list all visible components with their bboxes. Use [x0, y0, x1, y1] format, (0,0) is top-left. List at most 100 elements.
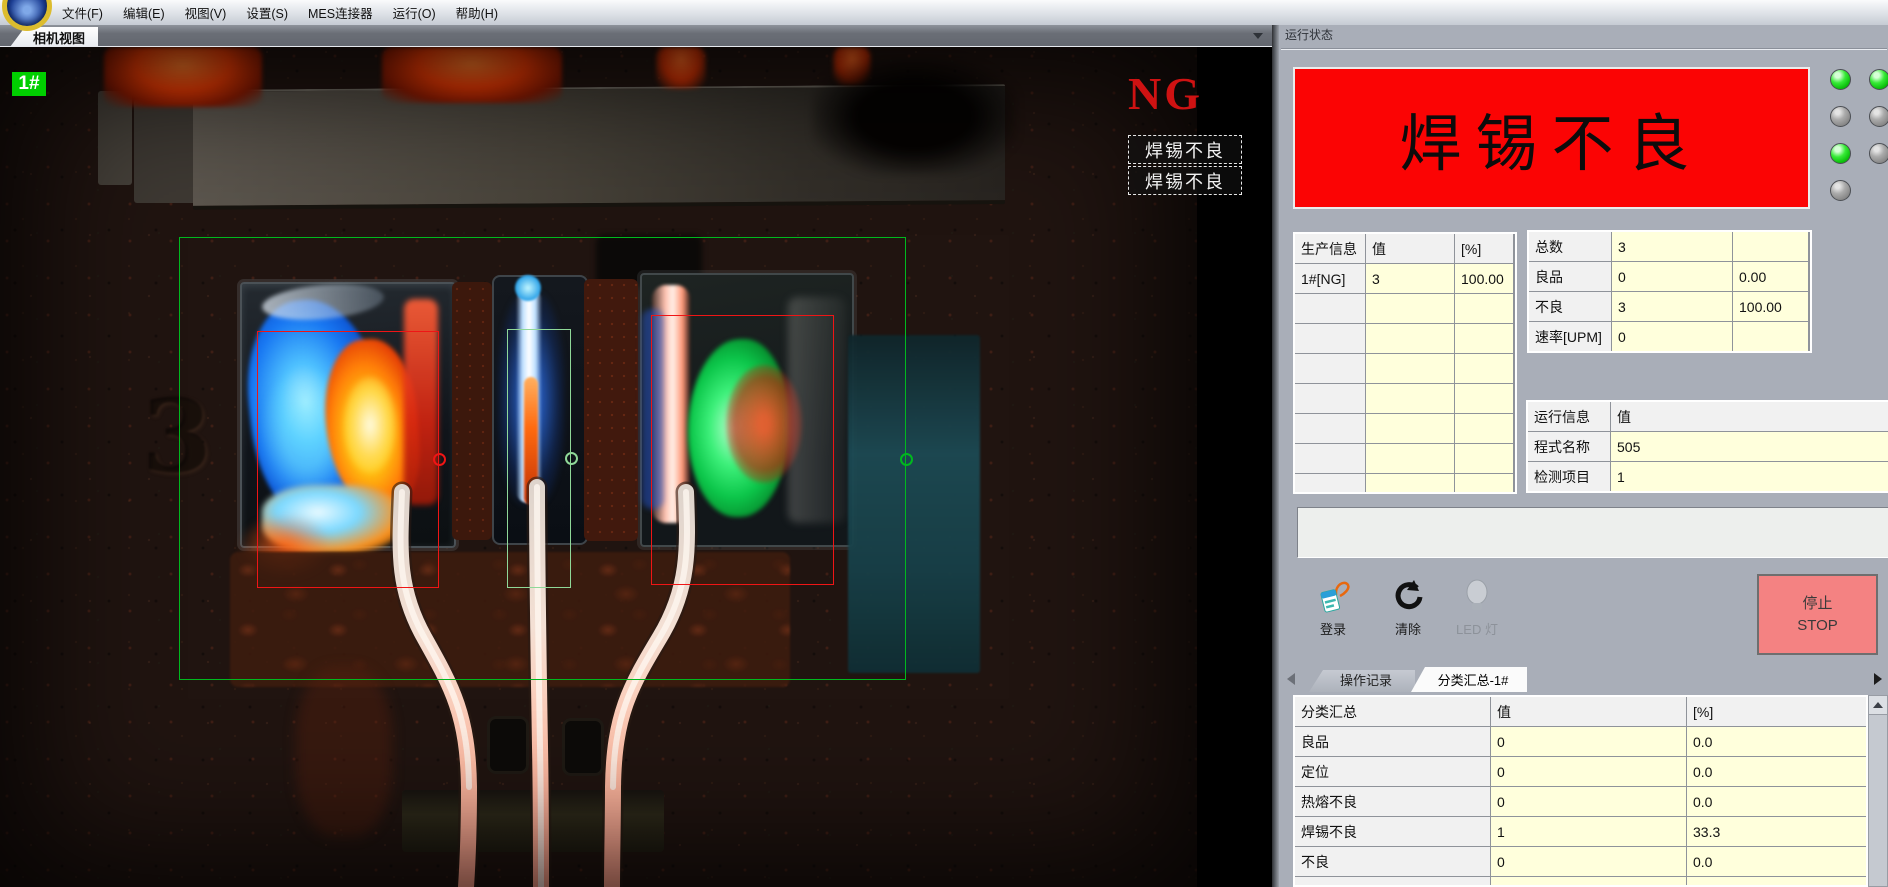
table-cell: 1	[1491, 817, 1686, 846]
table-cell: 0	[1612, 322, 1732, 351]
classification-summary-table: 分类汇总 值 [%] 良品 0 0.0 定位 0 0.0 热熔不良 0 0.0 …	[1293, 695, 1868, 887]
table-cell-empty	[1295, 444, 1365, 473]
tab-classification-summary[interactable]: 分类汇总-1#	[1411, 667, 1527, 692]
tab-operation-log[interactable]: 操作记录	[1309, 670, 1415, 692]
row-label: 检测项目	[1528, 462, 1610, 491]
table-cell-empty	[1295, 384, 1365, 413]
column-header: 值	[1491, 697, 1686, 726]
column-header: [%]	[1687, 697, 1866, 726]
chevron-down-icon[interactable]	[1253, 33, 1263, 39]
login-label: 登录	[1320, 619, 1346, 638]
panel-separator	[1272, 25, 1279, 887]
table-cell: 0	[1612, 262, 1732, 291]
row-label: 总数	[1529, 232, 1611, 261]
group-divider	[1281, 48, 1887, 50]
row-label: 不良	[1529, 292, 1611, 321]
run-info-table: 运行信息 值 程式名称 505 检测项目 1	[1526, 400, 1888, 493]
table-cell: 1	[1611, 462, 1888, 491]
table-cell-empty	[1295, 414, 1365, 443]
row-label: 焊锡不良	[1295, 817, 1490, 846]
table-cell: 0	[1491, 757, 1686, 786]
row-label: 热熔不良	[1295, 787, 1490, 816]
roi-marker-circle-green	[565, 452, 578, 465]
status-led	[1869, 106, 1888, 127]
clear-label: 清除	[1395, 619, 1421, 638]
view-tab-strip: 相机视图	[0, 25, 1273, 47]
table-cell-empty	[1366, 444, 1454, 473]
menu-mes-connector[interactable]: MES连接器	[298, 0, 383, 25]
column-header: [%]	[1455, 234, 1513, 263]
bottom-tab-strip: 操作记录 分类汇总-1#	[1279, 667, 1888, 692]
scrollbar-up-button[interactable]	[1869, 696, 1887, 715]
table-cell	[1733, 232, 1808, 261]
tab-scroll-left-icon[interactable]	[1287, 673, 1295, 685]
clear-button[interactable]: 清除	[1376, 578, 1440, 650]
menu-run[interactable]: 运行(O)	[383, 0, 446, 25]
message-box	[1297, 507, 1888, 558]
stop-label-en: STOP	[1797, 615, 1838, 637]
table-cell: 3	[1612, 292, 1732, 321]
table-cell: 3	[1612, 232, 1732, 261]
table-cell: 0.0	[1687, 757, 1866, 786]
table-cell: 0.0	[1687, 727, 1866, 756]
defect-banner: 焊锡不良	[1293, 67, 1810, 209]
table-cell-empty	[1295, 354, 1365, 383]
status-led	[1830, 69, 1851, 90]
row-label: 程式名称	[1528, 432, 1610, 461]
tab-scroll-right-icon[interactable]	[1874, 673, 1882, 685]
detection-roi-middle-green	[507, 329, 571, 588]
menu-edit[interactable]: 编辑(E)	[113, 0, 175, 25]
station-label: 1#	[12, 72, 46, 96]
column-header: 值	[1611, 402, 1888, 431]
login-button[interactable]: 登录	[1301, 578, 1365, 650]
production-info-table: 生产信息 值 [%] 1#[NG] 3 100.00	[1293, 232, 1517, 494]
run-status-panel: 运行状态 焊锡不良 生产信息 值 [%] 1#[NG] 3 100.00	[1279, 25, 1888, 887]
roi-marker-circle-red	[433, 453, 446, 466]
column-header: 生产信息	[1295, 234, 1365, 263]
table-cell-empty	[1366, 294, 1454, 323]
table-cell-empty	[1455, 384, 1513, 413]
table-cell-empty	[1491, 877, 1686, 887]
menu-help[interactable]: 帮助(H)	[446, 0, 508, 25]
table-cell: 0.0	[1687, 787, 1866, 816]
stop-label-cn: 停止	[1802, 593, 1832, 615]
table-cell-empty	[1366, 384, 1454, 413]
detection-roi-right-red	[651, 315, 834, 585]
status-led	[1869, 143, 1888, 164]
camera-viewport: 3	[0, 47, 1273, 887]
row-label: 定位	[1295, 757, 1490, 786]
table-cell: 0.0	[1687, 847, 1866, 876]
counters-table: 总数 3 良品 0 0.00 不良 3 100.00 速率[UPM] 0	[1527, 230, 1812, 353]
led-light-button[interactable]: LED 灯	[1445, 578, 1509, 650]
defect-tag: 焊锡不良	[1128, 135, 1242, 164]
login-badge-icon	[1315, 578, 1351, 614]
row-label: 良品	[1295, 727, 1490, 756]
menu-bar: 文件(F) 编辑(E) 视图(V) 设置(S) MES连接器 运行(O) 帮助(…	[0, 0, 1888, 25]
table-scrollbar	[1868, 695, 1888, 887]
table-cell-empty	[1687, 877, 1866, 887]
row-label: 不良	[1295, 847, 1490, 876]
status-led	[1830, 106, 1851, 127]
table-cell-empty	[1455, 354, 1513, 383]
table-cell-empty	[1455, 324, 1513, 353]
row-label: 良品	[1529, 262, 1611, 291]
menu-settings[interactable]: 设置(S)	[236, 0, 298, 25]
table-cell-empty	[1295, 877, 1490, 887]
column-header: 值	[1366, 234, 1454, 263]
table-cell-empty	[1455, 414, 1513, 443]
stop-button[interactable]: 停止 STOP	[1757, 574, 1878, 655]
table-cell-empty	[1455, 474, 1513, 494]
table-cell: 3	[1366, 264, 1454, 293]
table-cell: 0	[1491, 727, 1686, 756]
menu-view[interactable]: 视图(V)	[175, 0, 237, 25]
table-cell-empty	[1455, 294, 1513, 323]
table-cell: 1#[NG]	[1295, 264, 1365, 293]
group-title: 运行状态	[1285, 26, 1333, 43]
status-led	[1830, 143, 1851, 164]
menu-file[interactable]: 文件(F)	[52, 0, 113, 25]
defect-tag: 焊锡不良	[1128, 166, 1242, 195]
table-cell-empty	[1366, 324, 1454, 353]
table-cell: 505	[1611, 432, 1888, 461]
table-cell: 100.00	[1455, 264, 1513, 293]
table-cell-empty	[1366, 354, 1454, 383]
